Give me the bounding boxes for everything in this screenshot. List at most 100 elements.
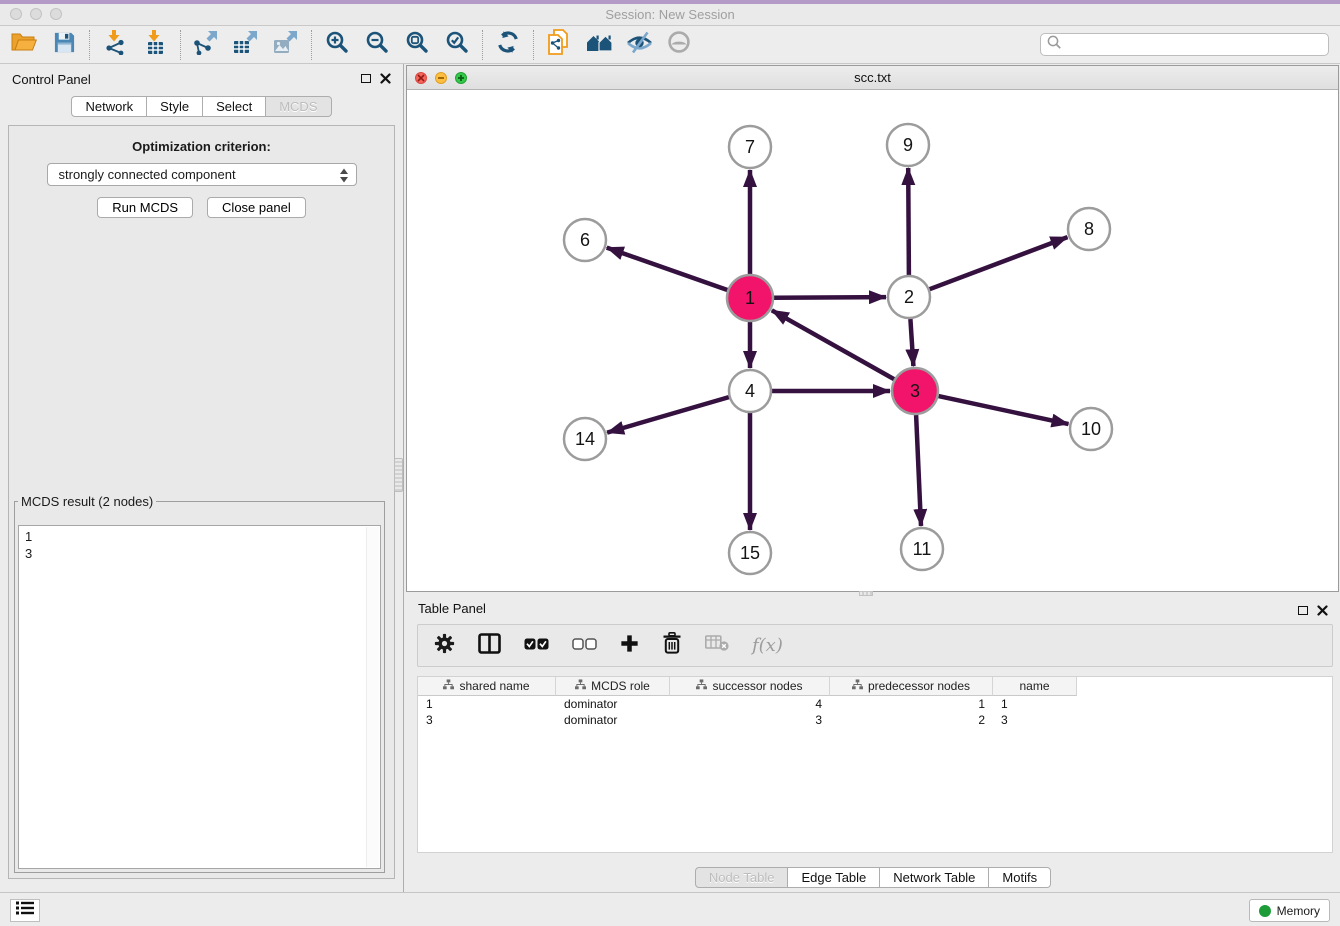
add-column-button[interactable] (620, 634, 639, 658)
column-header-predecessor-nodes[interactable]: predecessor nodes (830, 677, 993, 696)
node-6[interactable]: 6 (564, 219, 606, 261)
edge-3-10[interactable] (939, 396, 1069, 424)
close-panel-button[interactable]: Close panel (207, 197, 306, 218)
table-cell: 3 (670, 712, 830, 728)
delete-table-button[interactable] (705, 634, 729, 657)
tab-mcds[interactable]: MCDS (266, 96, 331, 117)
node-1[interactable]: 1 (727, 275, 773, 321)
open-session-button[interactable] (4, 28, 44, 62)
export-table-button[interactable] (226, 28, 266, 62)
zoom-in-button[interactable] (317, 28, 357, 62)
first-neighbors-button[interactable] (579, 28, 619, 62)
function-builder-button[interactable]: f(x) (752, 635, 783, 656)
export-image-icon (273, 29, 299, 60)
tab-motifs[interactable]: Motifs (989, 867, 1051, 888)
table-row[interactable]: 1dominator411 (418, 696, 1332, 712)
save-icon (53, 31, 76, 59)
search-input[interactable] (1063, 35, 1328, 54)
edge-2-3[interactable] (910, 319, 913, 366)
checked-boxes-icon (524, 637, 549, 655)
save-session-button[interactable] (44, 28, 84, 62)
import-network-icon (102, 29, 128, 60)
node-14[interactable]: 14 (564, 418, 606, 460)
edge-4-14[interactable] (607, 397, 729, 433)
tab-style[interactable]: Style (147, 96, 203, 117)
run-mcds-button[interactable]: Run MCDS (97, 197, 193, 218)
show-columns-button[interactable] (478, 633, 501, 659)
select-all-button[interactable] (524, 637, 549, 655)
memory-button[interactable]: Memory (1249, 899, 1330, 922)
delete-column-button[interactable] (662, 632, 682, 659)
edge-1-6[interactable] (607, 248, 728, 290)
node-2[interactable]: 2 (888, 276, 930, 318)
node-9[interactable]: 9 (887, 124, 929, 166)
plus-icon (620, 634, 639, 658)
apply-layout-button[interactable] (488, 28, 528, 62)
import-network-button[interactable] (95, 28, 135, 62)
network-canvas[interactable]: 7 9 6 8 1 2 4 3 14 10 15 11 (407, 90, 1338, 591)
close-panel-icon[interactable] (380, 73, 391, 84)
close-panel-icon[interactable] (1317, 605, 1328, 616)
mcds-result-item[interactable]: 1 (19, 528, 380, 545)
float-panel-icon[interactable] (1298, 606, 1308, 615)
show-all-button[interactable] (659, 28, 699, 62)
edge-3-1[interactable] (772, 310, 894, 379)
import-table-button[interactable] (135, 28, 175, 62)
svg-text:4: 4 (745, 381, 755, 401)
float-panel-icon[interactable] (361, 74, 371, 83)
svg-text:1: 1 (745, 288, 755, 308)
tab-select[interactable]: Select (203, 96, 266, 117)
vertical-splitter-handle[interactable] (394, 458, 403, 492)
mcds-result-item[interactable]: 3 (19, 545, 380, 562)
optimization-criterion-label: Optimization criterion: (9, 139, 394, 154)
control-panel-tabs: NetworkStyleSelectMCDS (0, 96, 403, 117)
node-3[interactable]: 3 (892, 368, 938, 414)
task-history-button[interactable] (10, 899, 40, 922)
node-table: shared nameMCDS rolesuccessor nodesprede… (417, 676, 1333, 853)
node-15[interactable]: 15 (729, 532, 771, 574)
export-network-button[interactable] (186, 28, 226, 62)
table-mode-button[interactable] (434, 633, 455, 659)
edge-1-2[interactable] (774, 297, 886, 298)
node-10[interactable]: 10 (1070, 408, 1112, 450)
zoom-fit-button[interactable] (397, 28, 437, 62)
export-image-button[interactable] (266, 28, 306, 62)
tab-edge-table[interactable]: Edge Table (788, 867, 880, 888)
zoom-out-button[interactable] (357, 28, 397, 62)
hide-selection-button[interactable] (619, 28, 659, 62)
svg-text:2: 2 (904, 287, 914, 307)
toolbar-separator (482, 30, 483, 60)
optimization-criterion-select[interactable]: strongly connected component (47, 163, 357, 186)
column-header-shared-name[interactable]: shared name (418, 677, 556, 696)
control-panel: Control Panel NetworkStyleSelectMCDS Opt… (0, 64, 403, 892)
result-scrollbar[interactable] (366, 527, 379, 867)
zoom-selected-button[interactable] (437, 28, 477, 62)
memory-label: Memory (1277, 904, 1320, 918)
edge-2-9[interactable] (908, 168, 909, 275)
app-titlebar: Session: New Session (0, 0, 1340, 26)
select-value: strongly connected component (59, 167, 236, 182)
network-window-titlebar[interactable]: scc.txt (407, 66, 1338, 90)
column-header-mcds-role[interactable]: MCDS role (556, 677, 670, 696)
import-table-icon (142, 29, 168, 60)
duplicate-network-button[interactable] (539, 28, 579, 62)
tab-node-table[interactable]: Node Table (695, 867, 789, 888)
svg-text:10: 10 (1081, 419, 1101, 439)
table-row[interactable]: 3dominator323 (418, 712, 1332, 728)
svg-text:15: 15 (740, 543, 760, 563)
table-header-row: shared nameMCDS rolesuccessor nodesprede… (418, 677, 1332, 696)
refresh-icon (496, 30, 520, 59)
table-panel-title: Table Panel (418, 601, 486, 616)
column-header-successor-nodes[interactable]: successor nodes (670, 677, 830, 696)
svg-text:3: 3 (910, 381, 920, 401)
deselect-all-button[interactable] (572, 637, 597, 655)
tab-network[interactable]: Network (71, 96, 147, 117)
node-11[interactable]: 11 (901, 528, 943, 570)
column-header-name[interactable]: name (993, 677, 1077, 696)
node-4[interactable]: 4 (729, 370, 771, 412)
edge-2-8[interactable] (930, 237, 1068, 289)
node-8[interactable]: 8 (1068, 208, 1110, 250)
tab-network-table[interactable]: Network Table (880, 867, 989, 888)
edge-3-11[interactable] (916, 415, 921, 526)
node-7[interactable]: 7 (729, 126, 771, 168)
